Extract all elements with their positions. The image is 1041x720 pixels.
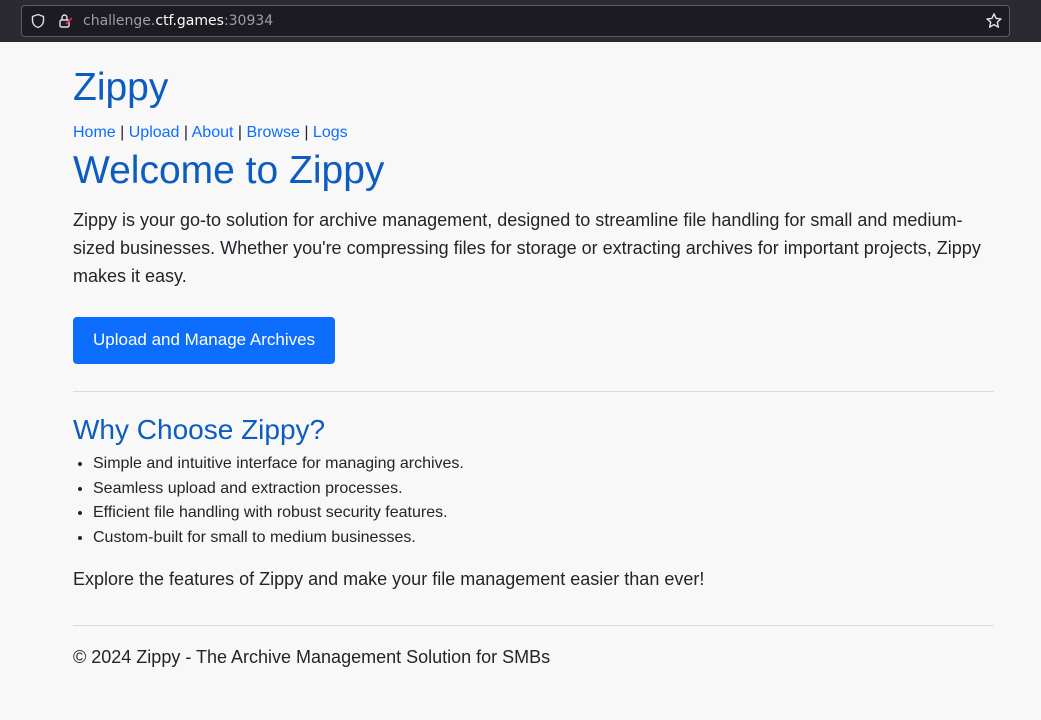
nav-separator: | [183,124,189,141]
features-list: Simple and intuitive interface for manag… [73,452,994,550]
shield-icon[interactable] [29,12,47,30]
divider [73,391,994,392]
upload-manage-button[interactable]: Upload and Manage Archives [73,317,336,364]
list-item: Seamless upload and extraction processes… [93,477,994,502]
nav-separator: | [120,124,125,141]
list-item: Efficient file handling with robust secu… [93,501,994,526]
footer-text: © 2024 Zippy - The Archive Management So… [73,647,551,668]
address-bar[interactable]: challenge.ctf.games:30934 [21,5,1010,37]
page-title: Welcome to Zippy [73,149,385,192]
explore-paragraph: Explore the features of Zippy and make y… [73,569,705,590]
nav-browse-link[interactable]: Browse [247,124,300,141]
nav-about-link[interactable]: About [192,124,234,141]
nav-logs-link[interactable]: Logs [313,124,348,141]
why-heading: Why Choose Zippy? [73,414,326,445]
nav-upload-link[interactable]: Upload [129,124,180,141]
main-nav: Home | Upload | About | Browse | Logs [73,123,994,143]
url-host: ctf.games [155,13,224,29]
nav-separator: | [237,124,243,141]
url-text[interactable]: challenge.ctf.games:30934 [83,12,273,30]
footer-divider [73,625,994,627]
url-port: :30934 [223,13,274,29]
nav-separator: | [304,124,309,141]
page-content: Zippy Home | Upload | About | Browse | L… [73,42,994,669]
star-icon[interactable] [985,12,1003,30]
lock-icon[interactable] [56,12,74,30]
list-item: Simple and intuitive interface for manag… [93,452,994,477]
nav-home-link[interactable]: Home [73,124,116,141]
url-prefix: challenge. [83,13,156,29]
site-brand: Zippy [73,66,169,109]
browser-toolbar: challenge.ctf.games:30934 [0,0,1041,42]
list-item: Custom-built for small to medium busines… [93,526,994,551]
intro-paragraph: Zippy is your go-to solution for archive… [73,210,981,286]
